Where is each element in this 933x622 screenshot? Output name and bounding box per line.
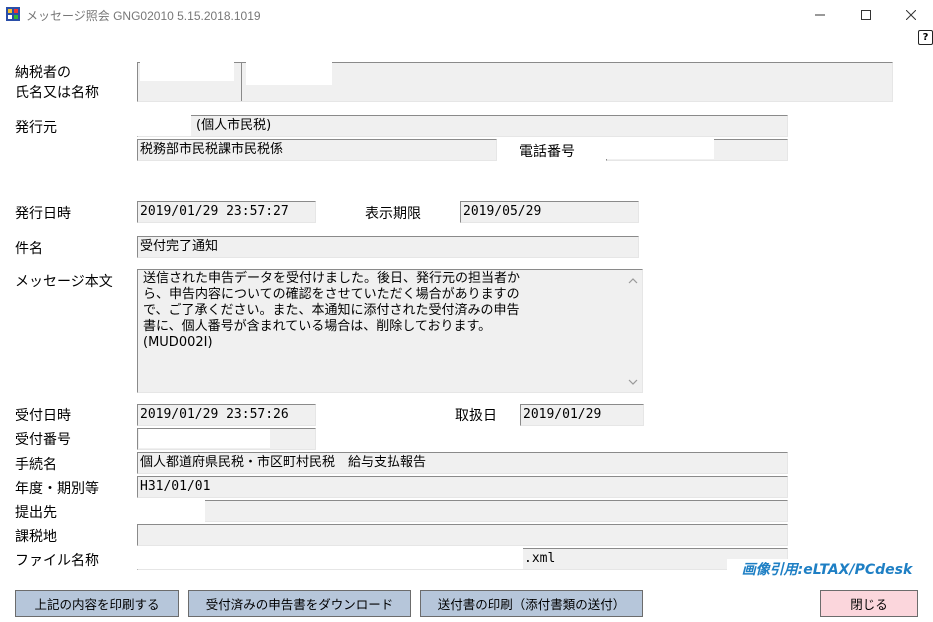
redacted-file-name (136, 546, 523, 569)
file-name-label: ファイル名称 (15, 553, 99, 569)
close-icon (906, 10, 916, 20)
fiscal-period-label: 年度・期別等 (15, 481, 99, 497)
close-button[interactable]: 閉じる (820, 590, 918, 617)
procedure-name-label: 手続名 (15, 457, 57, 473)
help-icon[interactable]: ? (918, 30, 933, 45)
procedure-name-field[interactable]: 個人都道府県民税・市区町村民税 給与支払報告 (137, 452, 788, 474)
redacted-issuer-name (134, 113, 191, 136)
taxation-place-field[interactable] (137, 524, 788, 546)
received-datetime-label: 受付日時 (15, 408, 71, 424)
taxpayer-label-line2: 氏名又は名称 (15, 85, 99, 101)
scroll-down-icon[interactable] (628, 378, 638, 386)
app-icon (6, 7, 20, 21)
minimize-icon (815, 14, 825, 16)
issue-datetime-field[interactable]: 2019/01/29 23:57:27 (137, 201, 316, 223)
issuer-department-field[interactable]: 税務部市民税課市民税係 (137, 139, 497, 161)
close-window-button[interactable] (889, 0, 933, 30)
message-body-text: 送信された申告データを受付けました。後日、発行元の担当者か ら、申告内容について… (143, 271, 521, 350)
window-title: メッセージ照会 GNG02010 5.15.2018.1019 (26, 9, 261, 23)
image-credit: 画像引用:eLTAX/PCdesk (727, 559, 927, 581)
receipt-number-label: 受付番号 (15, 432, 71, 448)
taxpayer-label-line1: 納税者の (15, 65, 71, 81)
handled-date-field[interactable]: 2019/01/29 (520, 404, 644, 426)
issue-datetime-label: 発行日時 (15, 206, 71, 222)
taxation-place-label: 課税地 (15, 529, 57, 545)
submitted-to-label: 提出先 (15, 505, 57, 521)
display-limit-field[interactable]: 2019/05/29 (460, 201, 639, 223)
taxpayer-name-divider (241, 63, 242, 101)
redacted-phone (606, 137, 714, 159)
received-datetime-field[interactable]: 2019/01/29 23:57:26 (137, 404, 316, 426)
redacted-taxpayer-name-2 (246, 59, 332, 85)
print-contents-button[interactable]: 上記の内容を印刷する (15, 590, 179, 617)
redacted-submitted-to (136, 500, 205, 523)
submitted-to-field[interactable] (137, 500, 788, 522)
redacted-receipt-number (139, 429, 270, 448)
download-received-button[interactable]: 受付済みの申告書をダウンロード (188, 590, 411, 617)
issuer-name-suffix: (個人市民税) (196, 118, 272, 133)
minimize-button[interactable] (798, 0, 842, 30)
subject-label: 件名 (15, 241, 43, 257)
maximize-button[interactable] (844, 0, 888, 30)
scroll-up-icon[interactable] (628, 277, 638, 285)
print-cover-letter-button[interactable]: 送付書の印刷（添付書類の送付） (420, 590, 643, 617)
file-name-suffix: .xml (524, 551, 556, 566)
issuer-name-field[interactable]: (個人市民税) (137, 115, 788, 137)
subject-field[interactable]: 受付完了通知 (137, 236, 639, 258)
issuer-label: 発行元 (15, 120, 57, 136)
fiscal-period-field[interactable]: H31/01/01 (137, 476, 788, 498)
message-scrollbar[interactable] (625, 271, 642, 391)
maximize-icon (861, 10, 871, 20)
display-limit-label: 表示期限 (365, 206, 421, 222)
message-body-label: メッセージ本文 (15, 274, 113, 290)
handled-date-label: 取扱日 (455, 408, 497, 424)
redacted-taxpayer-name (140, 59, 234, 81)
phone-label: 電話番号 (519, 144, 575, 160)
